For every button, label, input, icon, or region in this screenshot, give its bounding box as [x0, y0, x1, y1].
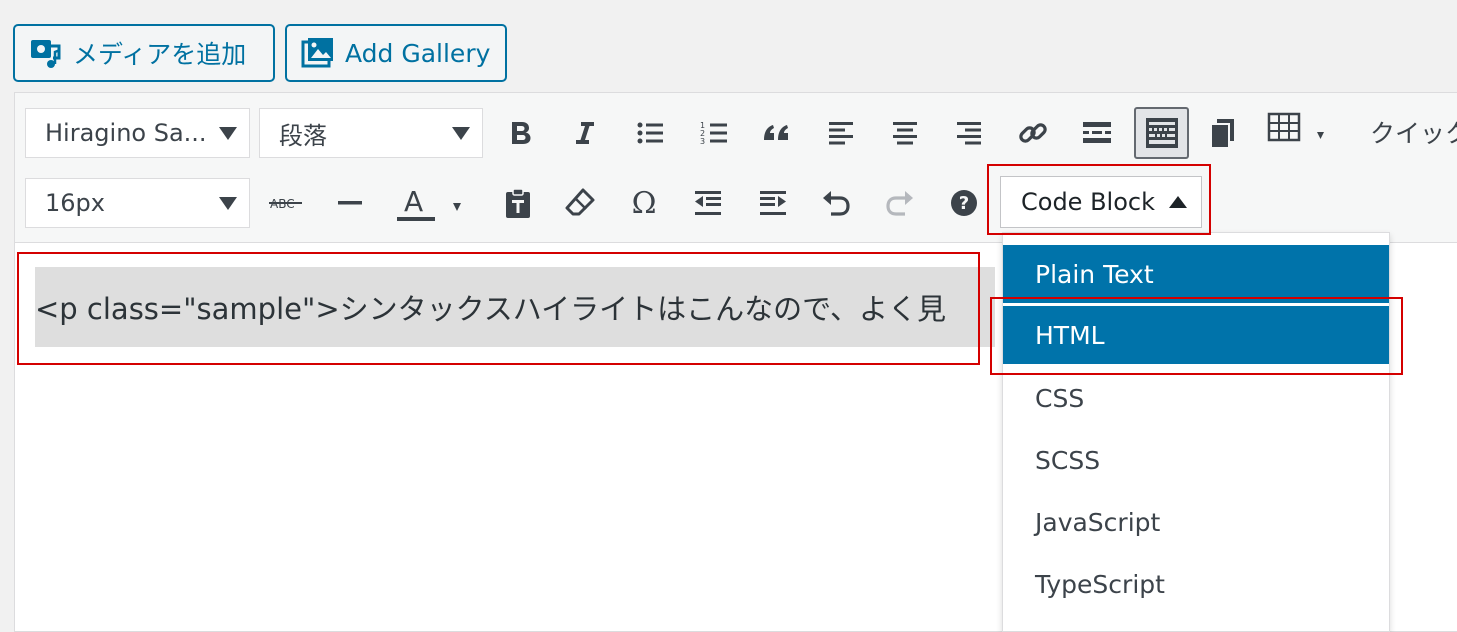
indent-button[interactable]	[749, 179, 797, 227]
editor-content-text: <p class="sample">シンタックスハイライトはこんなので、よく見	[35, 292, 947, 326]
media-icon	[31, 40, 61, 68]
help-icon: ?	[951, 190, 977, 216]
font-family-select[interactable]: Hiragino Sa...	[25, 108, 250, 158]
gallery-icon	[301, 38, 333, 68]
horizontal-line-icon	[338, 201, 362, 205]
chevron-down-icon	[453, 203, 461, 211]
copy-icon	[1212, 119, 1234, 147]
more-tools-label[interactable]: クイック	[1370, 114, 1457, 150]
numbered-list-button[interactable]: 1 2 3	[690, 109, 738, 157]
dropdown-item-label: HTML	[1035, 320, 1105, 350]
special-character-button[interactable]: Ω	[620, 179, 668, 227]
indent-icon	[760, 191, 786, 215]
text-color-icon: A	[397, 185, 461, 221]
read-more-icon	[1083, 122, 1111, 143]
redo-icon	[886, 191, 913, 216]
bullet-list-icon	[637, 122, 663, 144]
code-language-dropdown: Plain Text HTML CSS SCSS JavaScript Type…	[1002, 232, 1390, 632]
block-format-value: 段落	[279, 121, 327, 150]
block-format-select[interactable]: 段落	[259, 108, 483, 158]
paste-text-button[interactable]	[494, 179, 542, 227]
dropdown-item-plain-text[interactable]: Plain Text	[1003, 245, 1389, 303]
italic-button[interactable]	[561, 109, 609, 157]
toolbar-toggle-button[interactable]	[1134, 107, 1189, 159]
svg-text:A: A	[404, 185, 423, 218]
dropdown-item-css[interactable]: CSS	[1003, 369, 1389, 427]
add-gallery-label: Add Gallery	[345, 38, 491, 68]
paste-text-icon	[506, 188, 530, 218]
dropdown-item-label: JavaScript	[1035, 507, 1161, 537]
font-size-select[interactable]: 16px	[25, 178, 250, 228]
outdent-button[interactable]	[684, 179, 732, 227]
redo-button[interactable]	[876, 179, 924, 227]
strikethrough-button[interactable]: ABC	[262, 179, 310, 227]
editor-content-line[interactable]: <p class="sample">シンタックスハイライトはこんなので、よく見	[35, 267, 995, 347]
code-block-select[interactable]: Code Block	[1000, 176, 1202, 228]
clear-formatting-button[interactable]	[556, 179, 604, 227]
align-center-button[interactable]	[881, 109, 929, 157]
align-center-icon	[893, 122, 917, 145]
font-family-value: Hiragino Sa...	[45, 119, 207, 147]
add-media-button[interactable]: メディアを追加	[13, 24, 275, 82]
clear-formatting-icon	[565, 188, 595, 216]
blockquote-icon	[764, 125, 788, 140]
chevron-down-icon	[452, 127, 470, 140]
undo-button[interactable]	[812, 179, 860, 227]
font-size-value: 16px	[45, 189, 105, 217]
table-button[interactable]	[1264, 104, 1334, 152]
insert-link-button[interactable]	[1009, 109, 1057, 157]
bold-icon	[512, 122, 531, 144]
italic-icon	[576, 122, 594, 144]
horizontal-line-button[interactable]	[326, 179, 374, 227]
svg-text:3: 3	[700, 137, 705, 146]
svg-text:?: ?	[959, 193, 969, 214]
bullet-list-button[interactable]	[626, 109, 674, 157]
align-left-button[interactable]	[817, 109, 865, 157]
align-right-icon	[957, 122, 981, 145]
chevron-up-icon	[1169, 196, 1187, 208]
undo-icon	[823, 191, 850, 216]
link-icon	[1019, 123, 1047, 143]
help-button[interactable]: ?	[940, 179, 988, 227]
align-left-icon	[829, 122, 853, 145]
read-more-button[interactable]	[1073, 109, 1121, 157]
chevron-down-icon	[219, 197, 237, 210]
dropdown-item-html[interactable]: HTML	[1003, 306, 1389, 364]
chevron-down-icon	[219, 127, 237, 140]
text-color-button[interactable]: A	[392, 179, 472, 227]
dropdown-item-label: CSS	[1035, 383, 1085, 413]
dropdown-item-scss[interactable]: SCSS	[1003, 431, 1389, 489]
table-icon	[1267, 112, 1324, 142]
outdent-icon	[695, 191, 721, 215]
dropdown-item-label: TypeScript	[1035, 569, 1165, 599]
numbered-list-icon: 1 2 3	[700, 121, 727, 146]
omega-icon: Ω	[631, 185, 657, 221]
code-block-label: Code Block	[1021, 188, 1155, 216]
dropdown-item-label: SCSS	[1035, 445, 1101, 475]
copy-button[interactable]	[1199, 109, 1247, 157]
blockquote-button[interactable]	[753, 109, 801, 157]
add-media-label: メディアを追加	[73, 40, 247, 69]
align-right-button[interactable]	[945, 109, 993, 157]
dropdown-item-typescript[interactable]: TypeScript	[1003, 555, 1389, 613]
dropdown-item-javascript[interactable]: JavaScript	[1003, 493, 1389, 551]
chevron-down-icon	[1317, 132, 1324, 139]
dropdown-item-label: Plain Text	[1035, 259, 1154, 289]
toolbar-toggle-icon	[1145, 118, 1178, 148]
add-gallery-button[interactable]: Add Gallery	[285, 24, 507, 82]
strikethrough-icon: ABC	[269, 197, 302, 211]
bold-button[interactable]	[497, 109, 545, 157]
